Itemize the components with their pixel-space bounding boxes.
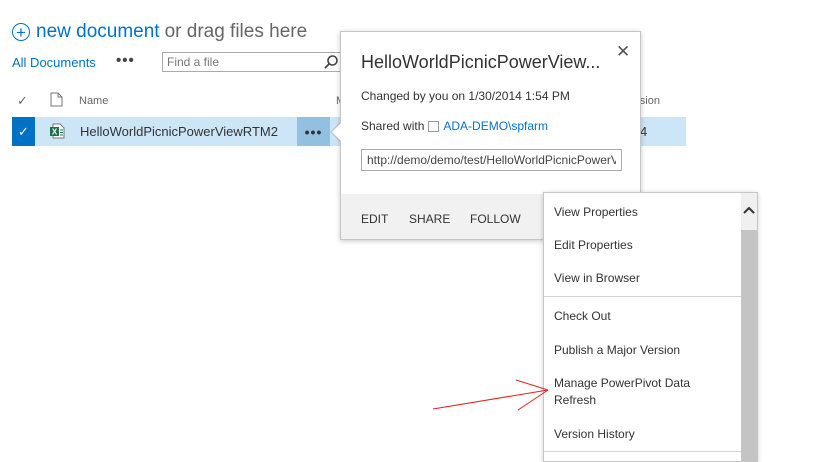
file-context-menu: View Properties Edit Properties View in … — [543, 192, 758, 462]
annotation-arrow — [432, 379, 549, 411]
menu-item-manage-powerpivot-refresh[interactable]: Manage PowerPivot Data Refresh — [554, 375, 719, 409]
chevron-up-icon[interactable] — [743, 205, 755, 215]
version-cell: 4 — [640, 124, 648, 139]
menu-item-view-properties[interactable]: View Properties — [554, 204, 734, 221]
close-icon[interactable]: ✕ — [616, 42, 630, 62]
menu-item-edit-properties[interactable]: Edit Properties — [554, 237, 734, 254]
menu-item-check-out[interactable]: Check Out — [554, 308, 734, 325]
scrollbar-thumb[interactable] — [741, 230, 757, 461]
menu-item-version-history[interactable]: Version History — [554, 426, 734, 443]
menu-item-view-in-browser[interactable]: View in Browser — [554, 270, 734, 287]
menu-separator — [544, 296, 741, 297]
menu-separator — [544, 451, 741, 452]
menu-item-publish-major-version[interactable]: Publish a Major Version — [554, 342, 734, 359]
menu-scrollbar[interactable] — [741, 193, 757, 461]
